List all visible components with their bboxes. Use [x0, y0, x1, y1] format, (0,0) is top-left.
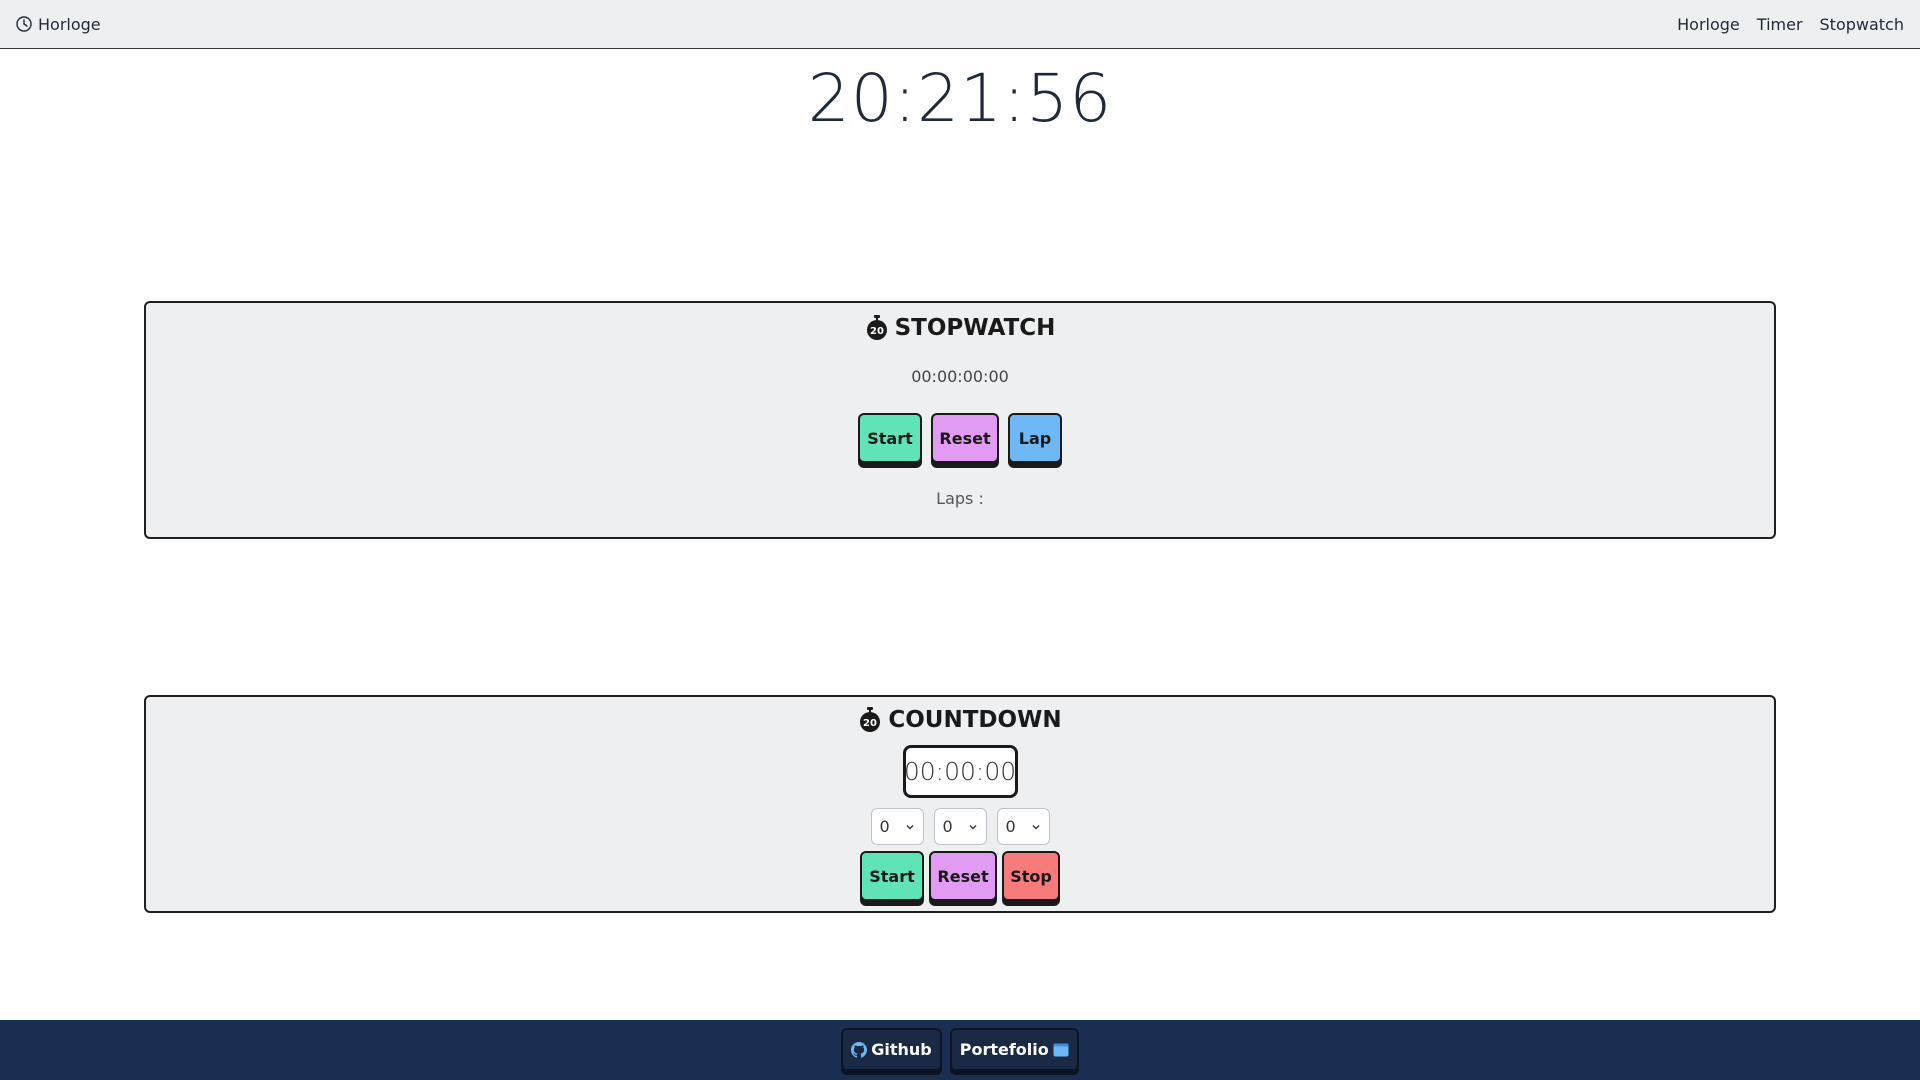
navbar: Horloge Horloge Timer Stopwatch	[0, 0, 1920, 49]
brand-link[interactable]: Horloge	[16, 15, 101, 34]
countdown-start-button[interactable]: Start	[860, 851, 924, 901]
nav-link-horloge[interactable]: Horloge	[1677, 15, 1740, 34]
countdown-reset-button[interactable]: Reset	[929, 851, 997, 901]
svg-text:20: 20	[870, 326, 884, 337]
minutes-select[interactable]: 0	[933, 808, 987, 845]
github-button[interactable]: Github	[841, 1028, 942, 1071]
minutes-select-value: 0	[942, 817, 953, 836]
stopwatch-lap-button[interactable]: Lap	[1008, 413, 1062, 463]
countdown-stop-button[interactable]: Stop	[1002, 851, 1060, 901]
portfolio-button[interactable]: Portefolio	[949, 1028, 1079, 1071]
nav-link-timer[interactable]: Timer	[1757, 15, 1803, 34]
stopwatch-time: 00:00:00:00	[911, 367, 1009, 386]
chevron-down-icon	[969, 824, 976, 829]
countdown-title: 20 COUNTDOWN	[146, 707, 1774, 733]
stopwatch-panel: 20 STOPWATCH 00:00:00:00 Start Reset Lap…	[144, 301, 1776, 539]
current-time: 20:21:56	[807, 60, 1113, 137]
stopwatch-title: 20 STOPWATCH	[146, 315, 1774, 341]
github-label: Github	[871, 1040, 932, 1059]
countdown-display: 00:00:00	[902, 745, 1018, 798]
brand-label: Horloge	[38, 14, 101, 34]
stopwatch-title-text: STOPWATCH	[894, 315, 1056, 341]
seconds-select[interactable]: 0	[996, 808, 1050, 845]
chevron-down-icon	[1032, 824, 1039, 829]
browser-window-icon	[1053, 1043, 1069, 1056]
stopwatch-reset-button[interactable]: Reset	[931, 413, 999, 463]
github-icon	[851, 1041, 868, 1058]
hours-select-value: 0	[879, 817, 890, 836]
stopwatch-button-row: Start Reset Lap	[146, 413, 1774, 463]
svg-text:20: 20	[863, 718, 877, 729]
nav-links: Horloge Timer Stopwatch	[1677, 15, 1904, 34]
portfolio-label: Portefolio	[959, 1040, 1049, 1059]
chevron-down-icon	[906, 824, 913, 829]
laps-label: Laps :	[936, 489, 984, 508]
hours-select[interactable]: 0	[870, 808, 924, 845]
nav-link-stopwatch[interactable]: Stopwatch	[1820, 15, 1904, 34]
countdown-title-text: COUNTDOWN	[888, 707, 1062, 733]
stopwatch-icon: 20	[860, 707, 881, 732]
footer: Github Portefolio	[0, 1020, 1920, 1080]
seconds-select-value: 0	[1005, 817, 1016, 836]
countdown-select-row: 0 0 0	[146, 808, 1774, 845]
clock-icon	[16, 16, 32, 32]
stopwatch-start-button[interactable]: Start	[858, 413, 922, 463]
countdown-panel: 20 COUNTDOWN 00:00:00 0 0 0 Start Reset	[144, 695, 1776, 913]
countdown-button-row: Start Reset Stop	[146, 851, 1774, 901]
countdown-display-wrapper: 00:00:00	[146, 745, 1774, 798]
stopwatch-icon: 20	[866, 315, 887, 340]
